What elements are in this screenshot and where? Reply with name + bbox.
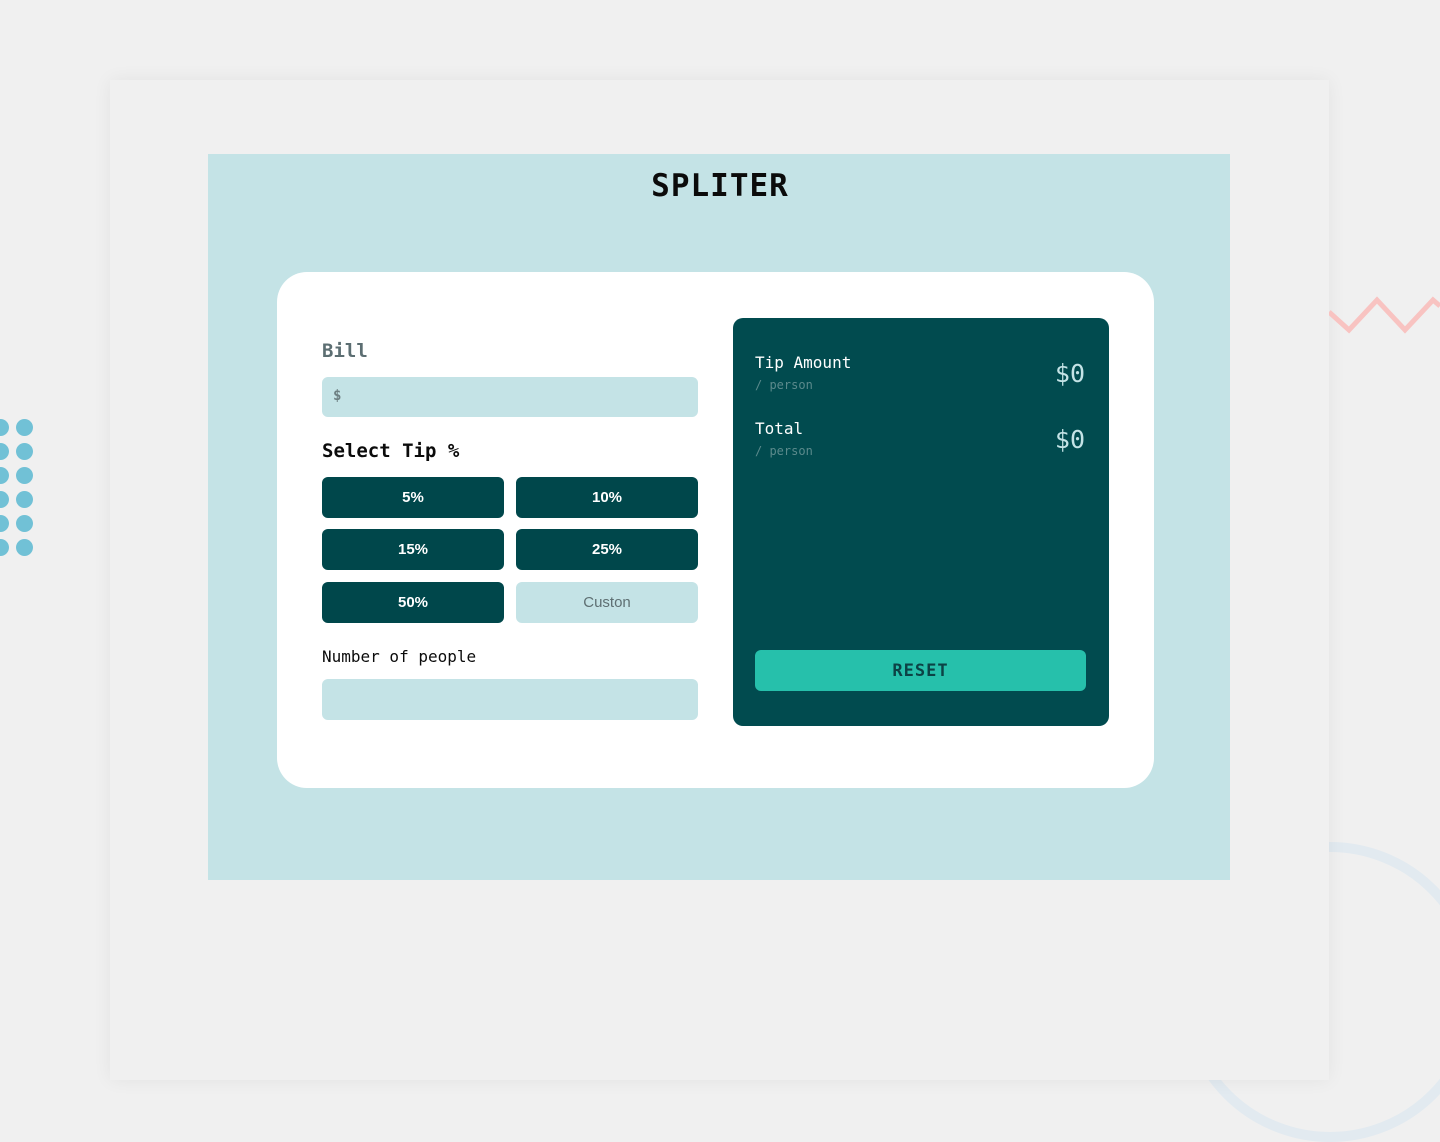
tip-button-10[interactable]: 10% bbox=[516, 477, 698, 518]
people-label: Number of people bbox=[322, 647, 477, 666]
tip-amount-per-person: / person bbox=[755, 378, 813, 392]
zigzag-icon bbox=[1329, 296, 1440, 334]
tip-button-15[interactable]: 15% bbox=[322, 529, 504, 570]
bill-label: Bill bbox=[322, 340, 368, 362]
tip-button-5[interactable]: 5% bbox=[322, 477, 504, 518]
tip-amount-label: Tip Amount bbox=[755, 353, 852, 372]
dollar-icon: $ bbox=[333, 388, 342, 404]
tip-button-25[interactable]: 25% bbox=[516, 529, 698, 570]
bill-input[interactable] bbox=[350, 377, 694, 419]
people-input[interactable] bbox=[334, 679, 694, 722]
total-value: $0 bbox=[1054, 425, 1085, 454]
page-title: SPLITER bbox=[651, 168, 789, 204]
tip-amount-value: $0 bbox=[1054, 359, 1085, 388]
select-tip-label: Select Tip % bbox=[322, 440, 460, 462]
total-label: Total bbox=[755, 419, 804, 438]
reset-button[interactable]: RESET bbox=[755, 650, 1086, 691]
tip-button-50[interactable]: 50% bbox=[322, 582, 504, 623]
custom-tip-input[interactable]: Custon bbox=[516, 582, 698, 623]
total-per-person: / person bbox=[755, 444, 813, 458]
